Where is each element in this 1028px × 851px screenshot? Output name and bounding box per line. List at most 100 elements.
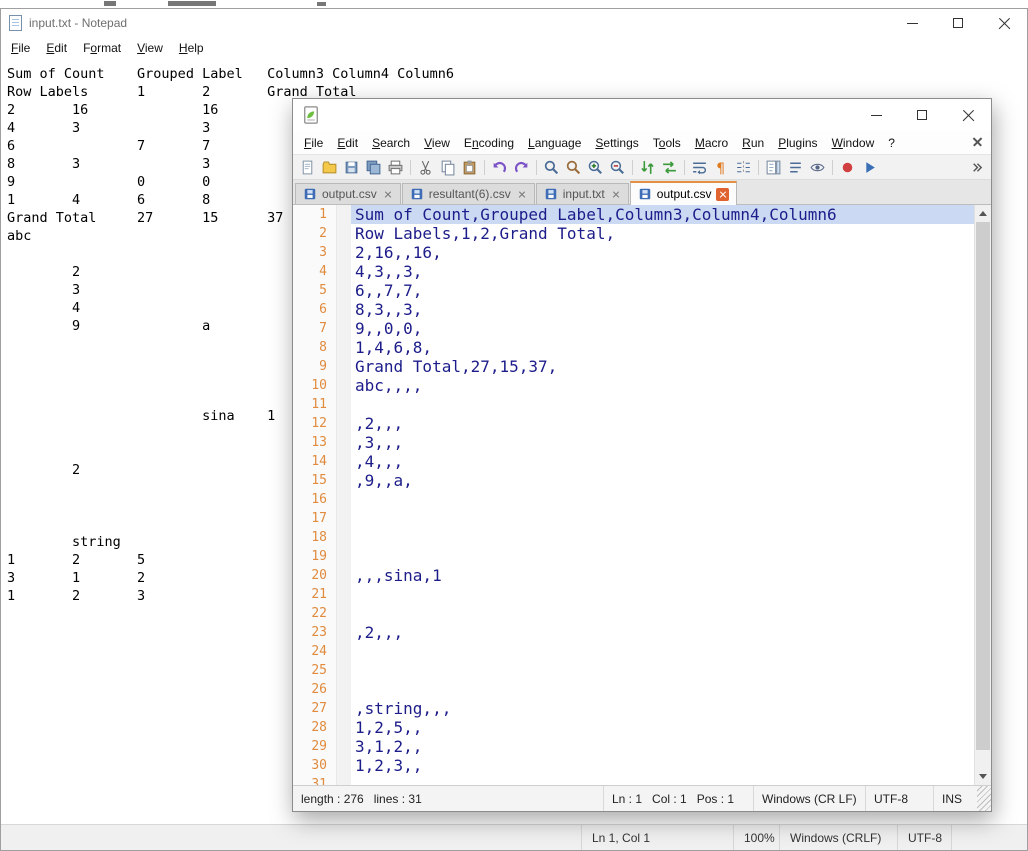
scroll-down-button[interactable] <box>975 768 991 785</box>
npp-menu-search[interactable]: Search <box>365 136 417 150</box>
line-text[interactable] <box>351 661 974 680</box>
editor-line[interactable]: 281,2,5,, <box>293 718 974 737</box>
npp-menu-help[interactable]: ? <box>881 136 902 150</box>
print-icon[interactable] <box>385 157 406 178</box>
tab-close-icon[interactable] <box>610 189 621 200</box>
save-all-icon[interactable] <box>363 157 384 178</box>
npp-menu-run[interactable]: Run <box>735 136 771 150</box>
editor-line[interactable]: 19 <box>293 547 974 566</box>
line-text[interactable]: ,,,sina,1 <box>351 566 974 585</box>
show-all-characters-icon[interactable]: ¶ <box>711 157 732 178</box>
paste-icon[interactable] <box>459 157 480 178</box>
redo-icon[interactable] <box>511 157 532 178</box>
editor-vertical-scrollbar[interactable] <box>974 205 991 785</box>
tab-resultant-6-.csv[interactable]: resultant(6).csv <box>402 183 535 204</box>
npp-menu-encoding[interactable]: Encoding <box>457 136 521 150</box>
editor-line[interactable]: 10abc,,,, <box>293 376 974 395</box>
doc-map-icon[interactable] <box>763 157 784 178</box>
editor-line[interactable]: 68,3,,3, <box>293 300 974 319</box>
editor-line[interactable]: 21 <box>293 585 974 604</box>
npp-menu-view[interactable]: View <box>417 136 457 150</box>
line-text[interactable] <box>351 395 974 414</box>
npp-menu-settings[interactable]: Settings <box>588 136 645 150</box>
tab-output.csv[interactable]: output.csv <box>630 181 738 205</box>
line-text[interactable]: 4,3,,3, <box>351 262 974 281</box>
line-text[interactable]: 3,1,2,, <box>351 737 974 756</box>
tab-input.txt[interactable]: input.txt <box>536 183 629 204</box>
editor-line[interactable]: 2Row Labels,1,2,Grand Total, <box>293 224 974 243</box>
save-icon[interactable] <box>341 157 362 178</box>
record-macro-icon[interactable] <box>837 157 858 178</box>
close-button[interactable] <box>981 9 1027 37</box>
line-text[interactable]: ,string,,, <box>351 699 974 718</box>
editor-line[interactable]: 26 <box>293 680 974 699</box>
open-folder-icon[interactable] <box>319 157 340 178</box>
play-macro-icon[interactable] <box>859 157 880 178</box>
line-text[interactable] <box>351 509 974 528</box>
chevron-double-right-icon[interactable] <box>966 157 987 178</box>
npp-titlebar[interactable] <box>293 99 991 131</box>
find-icon[interactable] <box>541 157 562 178</box>
line-text[interactable] <box>351 585 974 604</box>
editor-line[interactable]: 16 <box>293 490 974 509</box>
editor-line[interactable]: 14,4,,, <box>293 452 974 471</box>
scrollbar-thumb[interactable] <box>976 222 990 750</box>
editor-line[interactable]: 24 <box>293 642 974 661</box>
editor-line[interactable]: 18 <box>293 528 974 547</box>
close-button[interactable] <box>945 99 991 131</box>
notepad-menu-help[interactable]: Help <box>171 41 212 55</box>
line-text[interactable]: 6,,7,7, <box>351 281 974 300</box>
sync-horizontal-icon[interactable] <box>659 157 680 178</box>
line-text[interactable]: 2,16,,16, <box>351 243 974 262</box>
minimize-button[interactable] <box>853 99 899 131</box>
maximize-button[interactable] <box>935 9 981 37</box>
zoom-out-icon[interactable] <box>607 157 628 178</box>
tab-close-icon[interactable] <box>516 189 527 200</box>
zoom-in-icon[interactable] <box>585 157 606 178</box>
line-text[interactable] <box>351 680 974 699</box>
editor-lines[interactable]: 1Sum of Count,Grouped Label,Column3,Colu… <box>293 205 974 785</box>
editor-line[interactable]: 301,2,3,, <box>293 756 974 775</box>
notepad-menu-edit[interactable]: Edit <box>38 41 75 55</box>
npp-editor[interactable]: 1Sum of Count,Grouped Label,Column3,Colu… <box>293 205 991 785</box>
editor-line[interactable]: 20,,,sina,1 <box>293 566 974 585</box>
line-text[interactable] <box>351 642 974 661</box>
indent-guide-icon[interactable] <box>733 157 754 178</box>
minimize-button[interactable] <box>889 9 935 37</box>
line-text[interactable] <box>351 528 974 547</box>
maximize-button[interactable] <box>899 99 945 131</box>
tab-output.csv[interactable]: output.csv <box>295 183 401 204</box>
line-text[interactable]: ,9,,a, <box>351 471 974 490</box>
notepad-menu-view[interactable]: View <box>129 41 171 55</box>
line-text[interactable] <box>351 775 974 785</box>
menubar-close-icon[interactable] <box>972 136 983 147</box>
npp-menu-plugins[interactable]: Plugins <box>771 136 824 150</box>
line-text[interactable] <box>351 490 974 509</box>
line-text[interactable]: 1,2,5,, <box>351 718 974 737</box>
line-text[interactable]: Sum of Count,Grouped Label,Column3,Colum… <box>351 205 974 224</box>
editor-line[interactable]: 293,1,2,, <box>293 737 974 756</box>
function-list-icon[interactable] <box>785 157 806 178</box>
editor-line[interactable]: 9Grand Total,27,15,37, <box>293 357 974 376</box>
sync-vertical-icon[interactable] <box>637 157 658 178</box>
line-text[interactable]: 1,4,6,8, <box>351 338 974 357</box>
editor-line[interactable]: 27,string,,, <box>293 699 974 718</box>
npp-menu-edit[interactable]: Edit <box>330 136 365 150</box>
editor-line[interactable]: 22 <box>293 604 974 623</box>
line-text[interactable]: 8,3,,3, <box>351 300 974 319</box>
new-file-icon[interactable] <box>297 157 318 178</box>
editor-line[interactable]: 23,2,,, <box>293 623 974 642</box>
npp-menu-file[interactable]: File <box>297 136 330 150</box>
editor-line[interactable]: 15,9,,a, <box>293 471 974 490</box>
line-text[interactable]: 1,2,3,, <box>351 756 974 775</box>
replace-icon[interactable] <box>563 157 584 178</box>
editor-line[interactable]: 1Sum of Count,Grouped Label,Column3,Colu… <box>293 205 974 224</box>
line-text[interactable]: ,2,,, <box>351 414 974 433</box>
line-text[interactable]: ,3,,, <box>351 433 974 452</box>
tab-close-icon[interactable] <box>716 188 729 201</box>
line-text[interactable]: Row Labels,1,2,Grand Total, <box>351 224 974 243</box>
notepad-menu-file[interactable]: File <box>3 41 38 55</box>
resize-grip[interactable] <box>977 786 991 811</box>
editor-line[interactable]: 79,,0,0, <box>293 319 974 338</box>
line-text[interactable]: Grand Total,27,15,37, <box>351 357 974 376</box>
